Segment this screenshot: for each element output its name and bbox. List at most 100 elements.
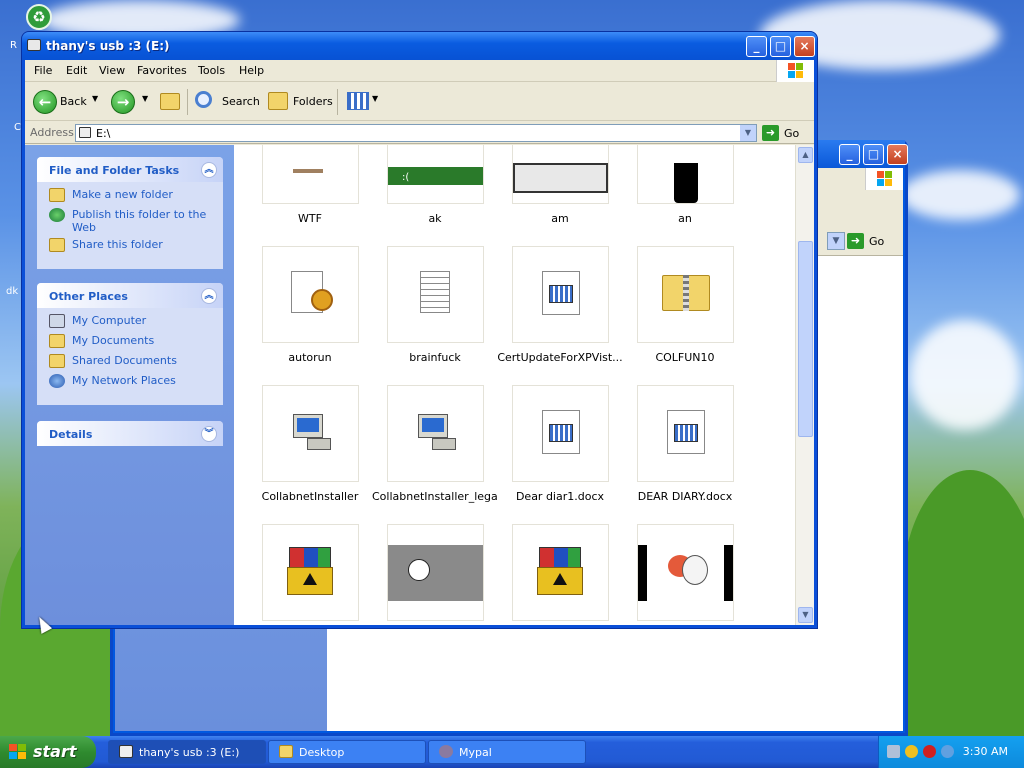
go-arrow-icon[interactable]: ➜ (847, 233, 864, 249)
scroll-thumb[interactable] (798, 241, 813, 437)
my-computer-link[interactable]: My Computer (49, 314, 223, 334)
recycle-bin-icon[interactable]: ♻ (26, 4, 52, 30)
go-label[interactable]: Go (869, 235, 884, 248)
application-icon (512, 246, 609, 343)
start-button[interactable]: start (0, 736, 96, 768)
file-view[interactable]: WTF:(ak am an autorun brainfuck CertUpdateFor… (234, 145, 795, 625)
folders-button[interactable]: Folders (293, 95, 333, 108)
windows-logo-icon (776, 60, 814, 82)
file-item[interactable]: madtracker232 (497, 524, 623, 625)
link-text: Publish this folder to the Web (72, 208, 207, 234)
settings-file-icon (262, 246, 359, 343)
file-item[interactable]: COLFUN10 (622, 246, 748, 381)
back-button[interactable]: Back (60, 95, 87, 108)
go-arrow-icon: ➜ (762, 125, 779, 141)
link-text: Make a new folder (72, 188, 173, 201)
winrar-icon (262, 524, 359, 621)
explorer-window[interactable]: thany's usb :3 (E:) _ □ × File Edit View… (21, 31, 818, 629)
file-name: an (678, 212, 692, 225)
maximize-button[interactable]: □ (863, 144, 884, 165)
details-panel: Details ︾ (37, 421, 223, 446)
file-item[interactable]: henry_smoking_a_cig... (372, 524, 498, 625)
file-item[interactable]: maxresdefault (622, 524, 748, 625)
my-network-places-link[interactable]: My Network Places (49, 374, 223, 394)
my-documents-link[interactable]: My Documents (49, 334, 223, 354)
forward-arrow-icon[interactable]: → (111, 90, 135, 114)
winrar-icon (512, 524, 609, 621)
menu-file[interactable]: File (34, 64, 52, 77)
file-item[interactable]: an (622, 145, 748, 242)
windows-flag-icon (9, 744, 27, 760)
go-button[interactable]: ➜ Go (762, 124, 806, 142)
file-item[interactable]: :(ak (372, 145, 498, 242)
close-button[interactable]: × (794, 36, 815, 57)
file-item[interactable]: CollabnetInstaller (247, 385, 373, 520)
close-button[interactable]: × (887, 144, 908, 165)
file-item[interactable]: am (497, 145, 623, 242)
network-icon[interactable] (941, 745, 954, 758)
other-places-header[interactable]: Other Places ︽ (37, 283, 223, 308)
link-text: My Documents (72, 334, 155, 347)
publish-folder-link[interactable]: Publish this folder to the Web (49, 208, 223, 238)
folders-icon[interactable] (268, 92, 288, 110)
collapse-icon[interactable]: ︽ (201, 162, 217, 178)
file-item[interactable]: DEAR DIARY.docx (622, 385, 748, 520)
drive-icon (79, 127, 91, 138)
zip-folder-icon (637, 246, 734, 343)
background-address-dropdown[interactable]: ▼ (827, 232, 845, 250)
image-thumbnail (387, 524, 484, 621)
file-name: brainfuck (409, 351, 461, 364)
views-dropdown-icon[interactable]: ▼ (372, 94, 378, 103)
file-folder-tasks-header[interactable]: File and Folder Tasks ︽ (37, 157, 223, 182)
share-folder-link[interactable]: Share this folder (49, 238, 223, 258)
link-text: Share this folder (72, 238, 163, 251)
file-item[interactable]: CollabnetInstaller_legacy (372, 385, 498, 520)
titlebar[interactable]: thany's usb :3 (E:) _ □ × (22, 32, 817, 60)
taskbar-button-explorer[interactable]: thany's usb :3 (E:) (108, 740, 266, 764)
installer-icon (262, 385, 359, 482)
back-dropdown-icon[interactable]: ▼ (92, 94, 98, 103)
file-item[interactable]: autorun (247, 246, 373, 381)
file-item[interactable]: Dear diar1.docx (497, 385, 623, 520)
address-field[interactable]: E:\ ▼ (75, 124, 757, 142)
make-new-folder-link[interactable]: Make a new folder (49, 188, 223, 208)
tray-app-icon[interactable] (887, 745, 900, 758)
scroll-down-icon[interactable]: ▼ (798, 607, 813, 623)
menu-tools[interactable]: Tools (198, 64, 225, 77)
security-alert-icon[interactable] (923, 745, 936, 758)
up-folder-icon[interactable] (160, 93, 180, 110)
vertical-scrollbar[interactable]: ▲ ▼ (795, 145, 814, 625)
search-button[interactable]: Search (222, 95, 260, 108)
file-item[interactable]: brainfuck (372, 246, 498, 381)
window-title: thany's usb :3 (E:) (46, 39, 170, 53)
panel-title: File and Folder Tasks (49, 164, 180, 177)
maximize-button[interactable]: □ (770, 36, 791, 57)
toolbar-separator (337, 89, 338, 115)
menu-favorites[interactable]: Favorites (137, 64, 187, 77)
menu-edit[interactable]: Edit (66, 64, 87, 77)
minimize-button[interactable]: _ (839, 144, 860, 165)
image-thumbnail (262, 145, 359, 204)
taskbar-button-label: thany's usb :3 (E:) (139, 746, 240, 759)
file-item[interactable]: CertUpdateForXPVist... (497, 246, 623, 381)
address-dropdown-icon[interactable]: ▼ (740, 125, 756, 141)
minimize-button[interactable]: _ (746, 36, 767, 57)
collapse-icon[interactable]: ︽ (201, 288, 217, 304)
forward-dropdown-icon[interactable]: ▼ (142, 94, 148, 103)
menu-view[interactable]: View (99, 64, 125, 77)
taskbar-button-mypal[interactable]: Mypal (428, 740, 586, 764)
views-icon[interactable] (347, 92, 369, 110)
file-item[interactable]: WTF (247, 145, 373, 242)
search-icon[interactable] (195, 91, 212, 108)
scroll-up-icon[interactable]: ▲ (798, 147, 813, 163)
back-arrow-icon[interactable]: ← (33, 90, 57, 114)
taskbar-button-desktop[interactable]: Desktop (268, 740, 426, 764)
file-item[interactable]: HC2Setup (247, 524, 373, 625)
expand-icon[interactable]: ︾ (201, 426, 217, 442)
details-header[interactable]: Details ︾ (37, 421, 223, 446)
address-label: Address (30, 126, 74, 139)
menu-help[interactable]: Help (239, 64, 264, 77)
shared-documents-link[interactable]: Shared Documents (49, 354, 223, 374)
file-name: ak (428, 212, 442, 225)
security-shield-icon[interactable] (905, 745, 918, 758)
